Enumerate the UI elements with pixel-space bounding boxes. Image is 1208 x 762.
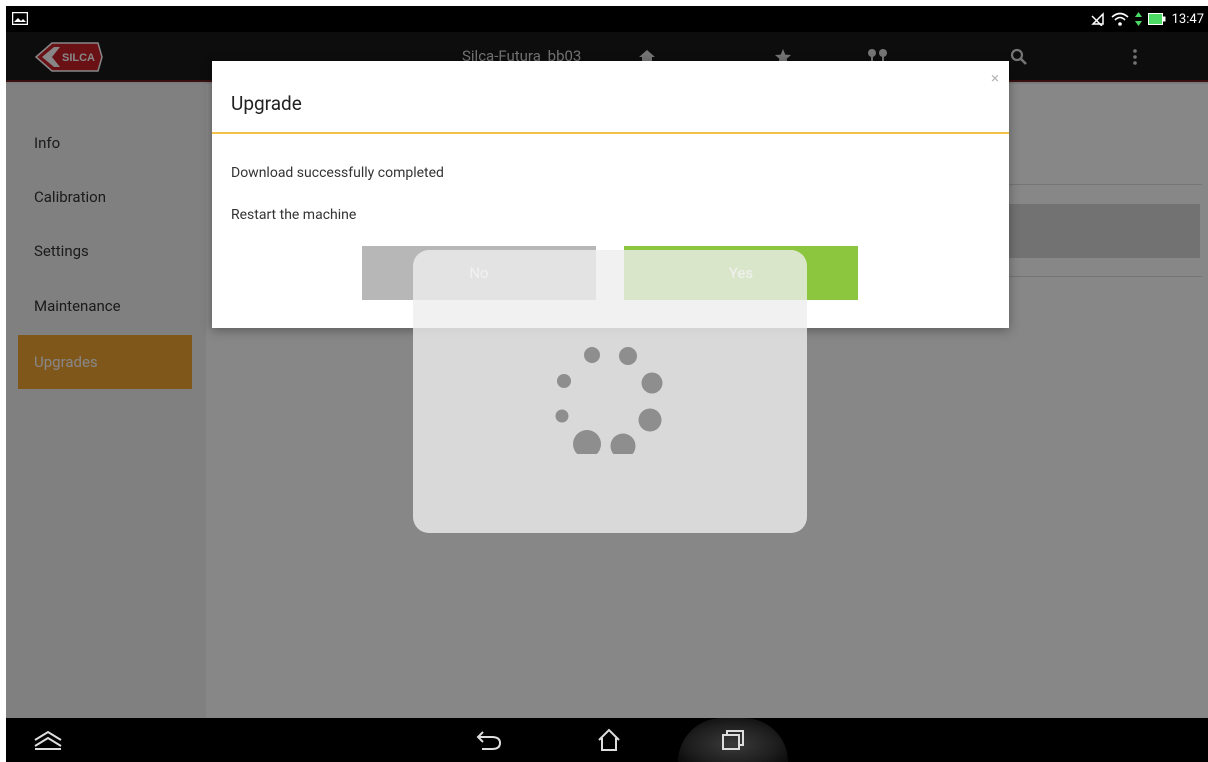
- clock: 13:47: [1171, 11, 1204, 27]
- dialog-message-restart: Restart the machine: [231, 207, 357, 223]
- status-icons: 13:47: [1090, 6, 1204, 32]
- close-icon[interactable]: ×: [991, 69, 999, 87]
- dialog-message-download: Download successfully completed: [231, 165, 444, 181]
- gallery-icon: [12, 12, 28, 25]
- dialog-title: Upgrade: [231, 92, 302, 115]
- back-icon[interactable]: [476, 728, 502, 752]
- loading-spinner-icon: [555, 347, 663, 454]
- tablet-screen: 13:47 SILCA Silca-Futura_bb03 Info Calib…: [6, 6, 1208, 762]
- status-bar: 13:47: [6, 6, 1208, 32]
- recent-apps-up-icon[interactable]: [32, 728, 64, 752]
- wifi-icon: [1111, 12, 1129, 26]
- dialog-divider: [212, 132, 1009, 134]
- recents-icon[interactable]: [720, 728, 746, 752]
- battery-icon: [1147, 13, 1166, 25]
- home-nav-icon[interactable]: [596, 728, 622, 752]
- loading-overlay: [413, 250, 807, 533]
- navigation-bar: [6, 718, 1208, 762]
- no-signal-icon: [1090, 12, 1104, 26]
- data-arrows-icon: [1134, 12, 1142, 26]
